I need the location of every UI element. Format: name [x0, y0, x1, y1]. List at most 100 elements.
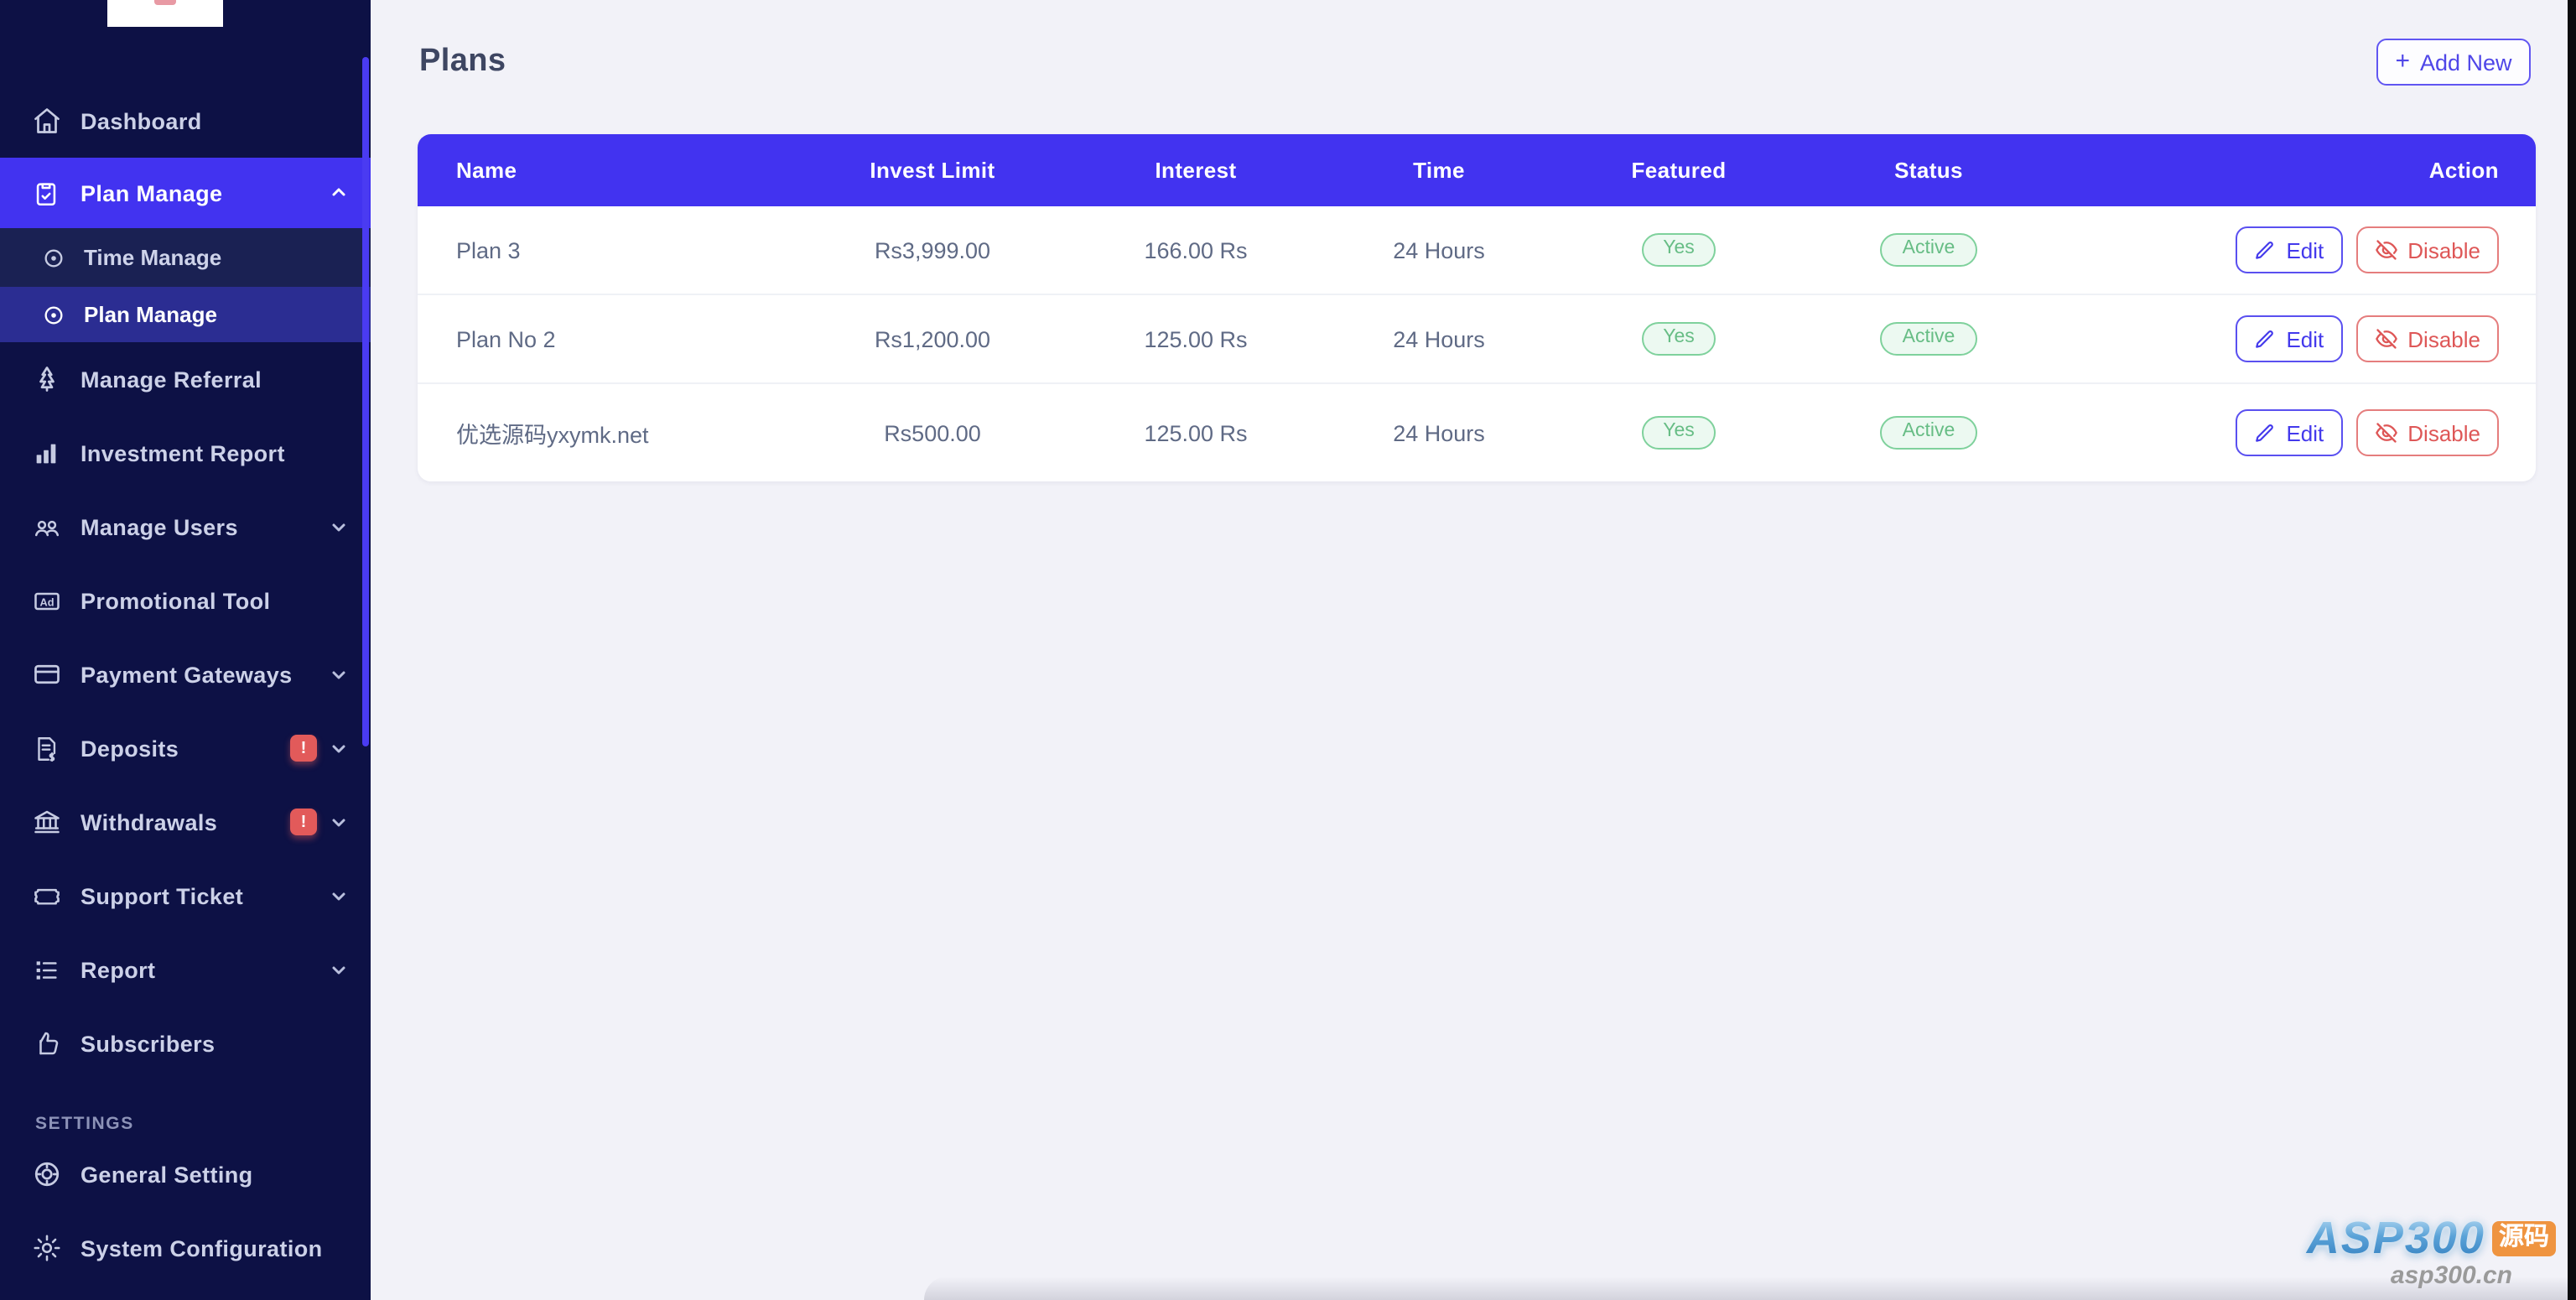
sidebar-item-label: Promotional Tool	[80, 588, 271, 613]
chevron-down-icon	[329, 738, 349, 758]
sidebar-item-general-setting[interactable]: General Setting	[0, 1137, 371, 1211]
table-row: Plan 3 Rs3,999.00 166.00 Rs 24 Hours Yes…	[418, 206, 2536, 295]
chevron-down-icon	[329, 886, 349, 906]
featured-badge: Yes	[1641, 416, 1716, 450]
sidebar-item-plan-manage[interactable]: Plan Manage	[0, 158, 371, 228]
disable-button[interactable]: Disable	[2355, 315, 2499, 362]
chevron-up-icon	[329, 183, 349, 203]
logo[interactable]	[107, 0, 223, 27]
sidebar-item-label: Dashboard	[80, 108, 202, 133]
sidebar-subitem-label: Time Manage	[84, 245, 222, 270]
dot-circle-icon	[42, 302, 67, 327]
add-new-label: Add New	[2419, 49, 2512, 75]
dot-circle-icon	[42, 245, 67, 270]
svg-text:Ad: Ad	[40, 595, 55, 607]
referral-tree-icon	[32, 364, 62, 394]
plan-manage-submenu: Time Manage Plan Manage	[0, 228, 371, 342]
sidebar-item-label: Report	[80, 957, 156, 982]
thumbs-up-icon	[32, 1028, 62, 1058]
settings-section-label: SETTINGS	[35, 1114, 134, 1134]
sidebar-item-subscribers[interactable]: Subscribers	[0, 1006, 371, 1080]
disable-button[interactable]: Disable	[2355, 226, 2499, 273]
cell-action: Edit Disable	[2106, 226, 2536, 273]
sidebar-item-withdrawals[interactable]: Withdrawals !	[0, 785, 371, 859]
sidebar-item-label: Manage Referral	[80, 367, 262, 392]
pencil-icon	[2256, 241, 2274, 258]
plus-icon: +	[2395, 47, 2410, 75]
sidebar-item-report[interactable]: Report	[0, 933, 371, 1006]
cell-interest: 166.00 Rs	[1144, 237, 1248, 263]
column-header-invest-limit: Invest Limit	[870, 158, 995, 183]
chevron-down-icon	[329, 517, 349, 537]
cell-invest-limit: Rs1,200.00	[874, 326, 991, 351]
sidebar-subitem-time-manage[interactable]: Time Manage	[0, 228, 371, 287]
file-invoice-dollar-icon	[32, 733, 62, 763]
cell-time: 24 Hours	[1393, 237, 1485, 263]
status-badge: Active	[1880, 233, 1977, 267]
sidebar-subitem-plan-manage[interactable]: Plan Manage	[0, 287, 371, 342]
alert-badge: !	[290, 809, 317, 835]
table-header-row: Name Invest Limit Interest Time Featured…	[418, 134, 2536, 206]
home-icon	[32, 106, 62, 136]
column-header-action: Action	[2428, 158, 2499, 183]
status-badge: Active	[1880, 322, 1977, 356]
gear-icon	[32, 1233, 62, 1263]
edit-button[interactable]: Edit	[2236, 409, 2343, 456]
logo-mark	[154, 0, 176, 5]
column-header-featured: Featured	[1631, 158, 1727, 183]
column-header-time: Time	[1413, 158, 1465, 183]
sidebar-item-dashboard[interactable]: Dashboard	[0, 84, 371, 158]
sidebar-item-manage-referral[interactable]: Manage Referral	[0, 342, 371, 416]
screen-edge-strip	[2568, 0, 2576, 1300]
cell-interest: 125.00 Rs	[1144, 326, 1248, 351]
cell-action: Edit Disable	[2106, 315, 2536, 362]
eye-off-icon	[2375, 240, 2397, 260]
cell-status: Active	[1751, 416, 2106, 450]
watermark-badge: 源码	[2491, 1221, 2556, 1256]
sidebar-item-label: Manage Users	[80, 514, 238, 539]
sidebar-item-deposits[interactable]: Deposits !	[0, 711, 371, 785]
app-root: Dashboard Plan Manage Time Manage Plan M…	[0, 0, 2576, 1300]
cell-invest-limit: Rs500.00	[884, 420, 981, 445]
add-new-button[interactable]: + Add New	[2376, 39, 2531, 86]
cell-featured: Yes	[1607, 416, 1751, 450]
pencil-icon	[2256, 330, 2274, 347]
bar-chart-icon	[32, 438, 62, 468]
status-badge: Active	[1880, 416, 1977, 450]
alert-badge: !	[290, 735, 317, 762]
plans-table: Name Invest Limit Interest Time Featured…	[418, 134, 2536, 481]
cell-name: Plan 3	[456, 237, 521, 263]
cell-interest: 125.00 Rs	[1144, 420, 1248, 445]
sidebar-item-label: System Configuration	[80, 1235, 323, 1261]
sidebar-item-manage-users[interactable]: Manage Users	[0, 490, 371, 564]
sidebar-subitem-label: Plan Manage	[84, 302, 217, 327]
table-row: 优选源码yxymk.net Rs500.00 125.00 Rs 24 Hour…	[418, 384, 2536, 481]
cell-status: Active	[1751, 233, 2106, 267]
sidebar-scrollbar[interactable]	[362, 57, 369, 746]
column-header-status: Status	[1894, 158, 1963, 183]
sidebar-item-label: Subscribers	[80, 1031, 216, 1056]
sidebar-item-promotional-tool[interactable]: Ad Promotional Tool	[0, 564, 371, 637]
edit-button[interactable]: Edit	[2236, 315, 2343, 362]
sidebar-item-label: Plan Manage	[80, 180, 223, 205]
chevron-down-icon	[329, 812, 349, 832]
sidebar-item-system-configuration[interactable]: System Configuration	[0, 1211, 371, 1285]
main-content: Plans + Add New Name Invest Limit Intere…	[371, 0, 2576, 1300]
sidebar-item-support-ticket[interactable]: Support Ticket	[0, 859, 371, 933]
eye-off-icon	[2375, 329, 2397, 349]
bank-icon	[32, 807, 62, 837]
users-icon	[32, 512, 62, 542]
edit-button[interactable]: Edit	[2236, 226, 2343, 273]
sidebar-item-label: General Setting	[80, 1162, 253, 1187]
watermark-site: asp300.cn	[2390, 1261, 2512, 1290]
sidebar-item-payment-gateways[interactable]: Payment Gateways	[0, 637, 371, 711]
disable-button[interactable]: Disable	[2355, 409, 2499, 456]
sidebar-nav: Dashboard Plan Manage Time Manage Plan M…	[0, 0, 371, 1285]
report-list-icon	[32, 954, 62, 985]
life-ring-icon	[32, 1159, 62, 1189]
sidebar-item-label: Deposits	[80, 736, 179, 761]
cell-featured: Yes	[1607, 233, 1751, 267]
cell-name: Plan No 2	[456, 326, 556, 351]
sidebar-item-investment-report[interactable]: Investment Report	[0, 416, 371, 490]
sidebar-item-label: Investment Report	[80, 440, 285, 465]
